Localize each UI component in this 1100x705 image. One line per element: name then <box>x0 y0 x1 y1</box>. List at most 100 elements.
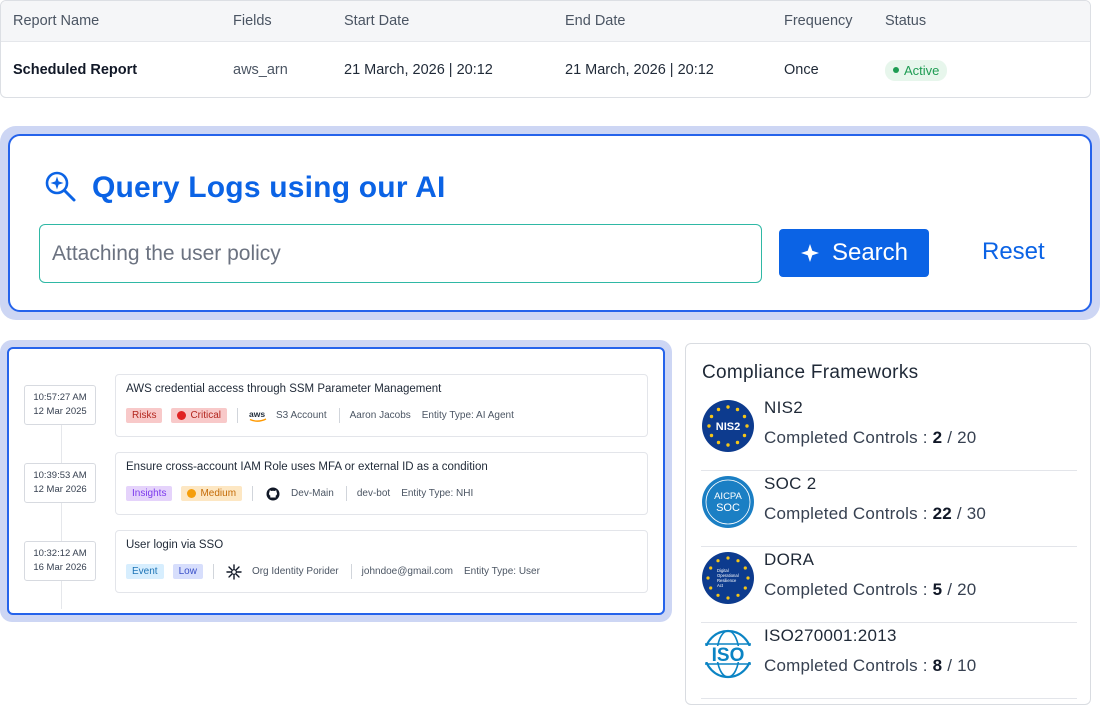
severity-tag: Critical <box>171 408 228 423</box>
severity-dot-icon <box>177 411 187 420</box>
framework-row-dora[interactable]: Digital Operational Resilience Act DORA … <box>701 547 1077 623</box>
ai-search-icon <box>45 171 76 202</box>
scheduled-reports-table: Report Name Fields Start Date End Date F… <box>0 0 1091 98</box>
event-title: AWS credential access through SSM Parame… <box>126 383 442 395</box>
event-meta: Insights Medium Dev-Main dev-bot Entity … <box>126 485 473 502</box>
header-report-name: Report Name <box>13 13 100 29</box>
event-time: 10:32:12 AM <box>33 548 87 559</box>
controls-completed: 2 <box>932 428 943 447</box>
framework-row-iso[interactable]: ISO ISO270001:2013 Completed Controls : … <box>701 623 1077 699</box>
event-timestamp: 10:39:53 AM 12 Mar 2026 <box>24 463 96 503</box>
divider <box>338 408 340 423</box>
event-date: 12 Mar 2025 <box>33 406 87 417</box>
event-card[interactable]: Ensure cross-account IAM Role uses MFA o… <box>115 452 648 515</box>
framework-row-nis2[interactable]: NIS2 NIS2 Completed Controls : 2 / 20 <box>701 395 1077 471</box>
severity-label: Critical <box>190 410 222 421</box>
controls-total: / 10 <box>947 656 977 675</box>
category-tag: Risks <box>126 408 163 423</box>
aws-icon: aws <box>248 408 268 423</box>
event-user: Aaron Jacobs <box>349 410 411 421</box>
severity-tag: Low <box>172 564 203 579</box>
controls-total: / 20 <box>947 580 977 599</box>
nis2-logo-icon: NIS2 <box>702 400 754 452</box>
category-tag: Event <box>126 564 164 579</box>
controls-total: / 30 <box>956 504 987 523</box>
severity-label: Low <box>178 566 197 577</box>
table-row[interactable]: Scheduled Report aws_arn 21 March, 2026 … <box>1 42 1090 97</box>
event-meta: Risks Critical aws S3 Account Aaron Jaco… <box>126 407 514 424</box>
controls-label: Completed Controls : <box>764 428 928 447</box>
event-entity-type: Entity Type: NHI <box>401 488 474 499</box>
divider <box>350 564 352 579</box>
status-cell: Active <box>885 42 948 97</box>
header-fields: Fields <box>233 13 272 29</box>
event-date: 12 Mar 2026 <box>33 484 87 495</box>
fields-cell: aws_arn <box>233 62 288 78</box>
event-time: 10:57:27 AM <box>33 392 87 403</box>
end-date-cell: 21 March, 2026 | 20:12 <box>565 62 714 78</box>
controls-label: Completed Controls : <box>764 580 928 599</box>
github-icon <box>263 486 283 501</box>
svg-text:ISO: ISO <box>712 645 745 666</box>
iso-logo-icon: ISO <box>701 629 755 679</box>
dora-logo-icon: Digital Operational Resilience Act <box>702 552 754 604</box>
query-input[interactable] <box>39 224 762 283</box>
controls-completed: 8 <box>932 656 943 675</box>
framework-name: DORA <box>764 550 815 569</box>
event-user: dev-bot <box>356 488 391 499</box>
svg-text:Act: Act <box>717 583 724 588</box>
query-panel-frame: Query Logs using our AI Search Reset <box>0 126 1100 320</box>
event-date: 16 Mar 2026 <box>33 562 87 573</box>
status-badge: Active <box>885 59 948 81</box>
header-start-date: Start Date <box>344 13 410 29</box>
status-dot-icon <box>893 67 899 73</box>
svg-text:AICPA: AICPA <box>714 491 742 502</box>
events-panel-frame: 10:57:27 AM 12 Mar 2025 AWS credential a… <box>0 340 672 622</box>
frequency-cell: Once <box>784 62 819 78</box>
divider <box>252 486 254 501</box>
divider <box>237 408 239 423</box>
header-status: Status <box>885 13 927 29</box>
start-date-cell: 21 March, 2026 | 20:12 <box>344 62 493 78</box>
event-user: johndoe@gmail.com <box>361 566 453 577</box>
divider <box>212 564 214 579</box>
controls-completed: 5 <box>932 580 943 599</box>
okta-icon <box>224 563 244 580</box>
divider <box>345 486 347 501</box>
framework-row-soc2[interactable]: AICPA SOC SOC 2 Completed Controls : 22 … <box>701 471 1077 547</box>
event-title: Ensure cross-account IAM Role uses MFA o… <box>126 461 488 473</box>
sparkle-icon <box>800 244 819 262</box>
controls-total: / 20 <box>947 428 977 447</box>
svg-text:aws: aws <box>249 409 265 419</box>
aicpa-soc-logo-icon: AICPA SOC <box>702 476 754 528</box>
status-label: Active <box>904 62 940 78</box>
reset-link[interactable]: Reset <box>982 238 1045 266</box>
severity-label: Medium <box>200 488 237 499</box>
event-card[interactable]: AWS credential access through SSM Parame… <box>115 374 648 437</box>
search-button-label: Search <box>831 239 909 266</box>
event-title: User login via SSO <box>126 539 224 551</box>
search-button[interactable]: Search <box>779 229 929 277</box>
controls-completed: 22 <box>932 504 952 523</box>
severity-dot-icon <box>187 489 197 498</box>
event-source: S3 Account <box>276 410 327 421</box>
event-entity-type: Entity Type: AI Agent <box>421 410 514 421</box>
report-name-cell: Scheduled Report <box>13 62 138 78</box>
controls-label: Completed Controls : <box>764 504 928 523</box>
severity-tag: Medium <box>181 486 243 501</box>
query-title: Query Logs using our AI <box>92 171 446 204</box>
framework-controls: Completed Controls : 5 / 20 <box>764 580 976 600</box>
framework-controls: Completed Controls : 22 / 30 <box>764 504 986 524</box>
event-source: Dev-Main <box>291 488 334 499</box>
event-timestamp: 10:57:27 AM 12 Mar 2025 <box>24 385 96 425</box>
controls-label: Completed Controls : <box>764 656 928 675</box>
header-end-date: End Date <box>565 13 626 29</box>
event-card[interactable]: User login via SSO Event Low Org Identit… <box>115 530 648 593</box>
event-source: Org Identity Porider <box>251 566 339 577</box>
compliance-title: Compliance Frameworks <box>702 362 919 383</box>
event-meta: Event Low Org Identity Porider johndoe@g… <box>126 563 540 580</box>
event-timestamp: 10:32:12 AM 16 Mar 2026 <box>24 541 96 581</box>
table-header: Report Name Fields Start Date End Date F… <box>1 1 1090 42</box>
framework-controls: Completed Controls : 8 / 10 <box>764 656 976 676</box>
category-tag: Insights <box>126 486 173 501</box>
